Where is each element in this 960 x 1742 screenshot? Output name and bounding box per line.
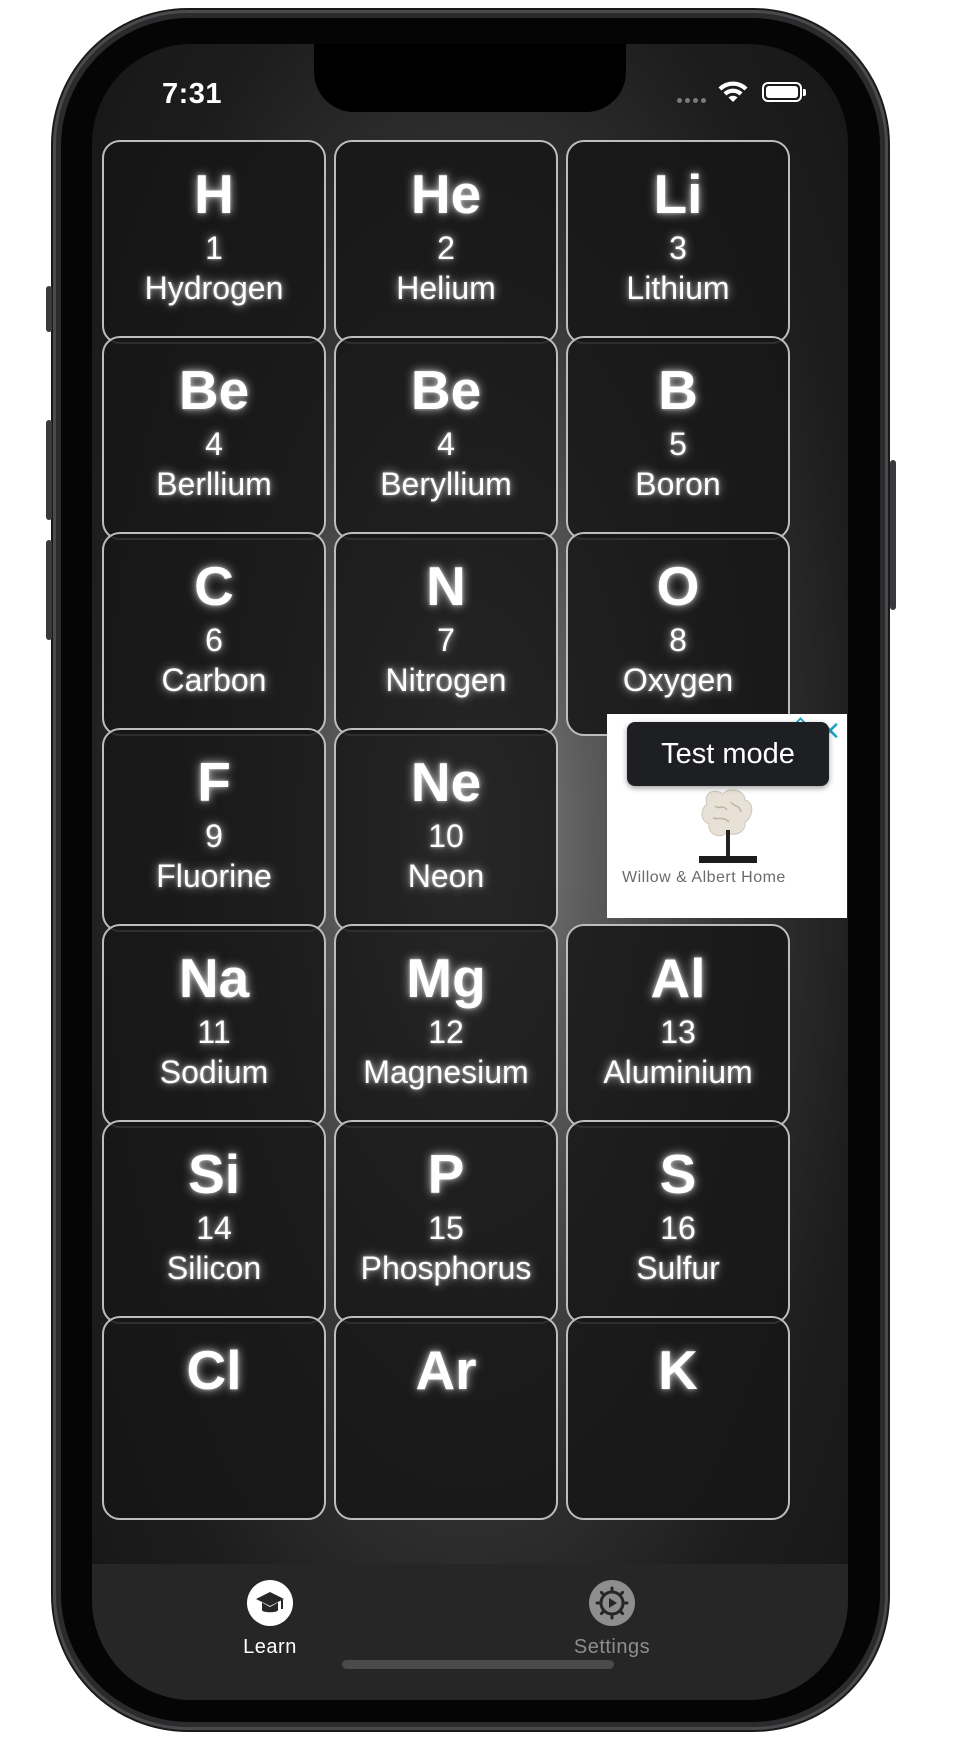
element-name: Sulfur [636,1250,720,1286]
element-symbol: P [427,1143,465,1205]
test-mode-badge: Test mode [627,722,829,786]
atomic-number: 11 [197,1014,231,1050]
element-tile-helium[interactable]: He 2 Helium [334,140,558,344]
tab-bar: Learn Settings [92,1564,848,1700]
element-name: Fluorine [156,858,272,894]
atomic-number: 13 [660,1014,696,1050]
atomic-number: 4 [205,426,223,462]
ad-product-image[interactable] [693,784,763,874]
atomic-number: 6 [205,622,223,658]
app-screen: 7:31 H 1 Hydrogen He 2 Helium Li 3 Lithium Be 4 Ber… [92,44,848,1700]
wifi-icon [718,81,748,102]
element-tile-phosphorus[interactable]: P 15 Phosphorus [334,1120,558,1324]
element-symbol: H [194,163,234,225]
element-name: Sodium [159,1054,269,1090]
element-symbol: O [656,555,700,617]
element-name: Berllium [156,466,272,502]
atomic-number: 8 [669,622,687,658]
element-tile-beryllium[interactable]: Be 4 Beryllium [334,336,558,540]
element-symbol: Be [410,359,482,421]
silent-switch [46,286,52,332]
element-symbol: Ar [415,1339,477,1401]
element-symbol: N [426,555,466,617]
element-tile-oxygen[interactable]: O 8 Oxygen [566,532,790,736]
tab-settings-label: Settings [573,1636,651,1658]
element-tile-carbon[interactable]: C 6 Carbon [102,532,326,736]
volume-up-button [46,420,52,520]
element-symbol: Al [650,947,706,1009]
element-tile-sulfur[interactable]: S 16 Sulfur [566,1120,790,1324]
atomic-number: 1 [205,230,223,266]
atomic-number: 10 [428,818,464,854]
battery-icon [762,82,806,102]
atomic-number: 14 [196,1210,232,1246]
element-tile-silicon[interactable]: Si 14 Silicon [102,1120,326,1324]
element-tile-neon[interactable]: Ne 10 Neon [334,728,558,932]
element-name: Helium [396,270,496,306]
element-name: Carbon [161,662,267,698]
element-symbol: Be [178,359,250,421]
element-name: Neon [407,858,485,894]
element-symbol: Mg [406,947,486,1009]
element-tile-nitrogen[interactable]: N 7 Nitrogen [334,532,558,736]
tab-settings[interactable]: Settings [532,1580,692,1670]
notch [314,44,626,112]
atomic-number: 4 [437,426,455,462]
atomic-number: 3 [669,230,687,266]
gear-icon [589,1580,635,1626]
atomic-number: 2 [437,230,455,266]
atomic-number: 15 [428,1210,464,1246]
element-symbol: Li [653,163,703,225]
status-time: 7:31 [162,78,223,110]
element-tile-berllium[interactable]: Be 4 Berllium [102,336,326,540]
element-name: Magnesium [363,1054,529,1090]
ad-advertiser-name[interactable]: Willow & Albert Home [622,869,786,887]
element-symbol: C [194,555,234,617]
element-tile-aluminium[interactable]: Al 13 Aluminium [566,924,790,1128]
atomic-number: 9 [205,818,223,854]
tab-learn[interactable]: Learn [190,1580,350,1670]
atomic-number: 7 [437,622,455,658]
element-symbol: F [197,751,231,813]
home-indicator [342,1660,614,1669]
element-tile-k[interactable]: K [566,1316,790,1520]
element-name: Silicon [166,1250,262,1286]
atomic-number: 16 [660,1210,696,1246]
element-symbol: Si [188,1143,240,1205]
element-tile-hydrogen[interactable]: H 1 Hydrogen [102,140,326,344]
element-symbol: Na [178,947,250,1009]
element-name: Beryllium [380,466,512,502]
element-symbol: S [659,1143,697,1205]
atomic-number: 12 [428,1014,464,1050]
cellular-signal-icon [677,98,709,103]
element-tile-fluorine[interactable]: F 9 Fluorine [102,728,326,932]
element-symbol: B [658,359,698,421]
element-tile-sodium[interactable]: Na 11 Sodium [102,924,326,1128]
element-tile-magnesium[interactable]: Mg 12 Magnesium [334,924,558,1128]
tab-learn-label: Learn [243,1636,297,1658]
element-name: Phosphorus [360,1250,532,1286]
element-name: Lithium [626,270,730,306]
element-name: Aluminium [603,1054,753,1090]
element-tile-cl[interactable]: Cl [102,1316,326,1520]
element-tile-lithium[interactable]: Li 3 Lithium [566,140,790,344]
graduation-cap-icon [247,1580,293,1626]
element-symbol: Ne [410,751,482,813]
atomic-number: 5 [669,426,687,462]
element-name: Nitrogen [385,662,507,698]
power-button [890,460,896,610]
element-name: Oxygen [622,662,734,698]
element-name: Hydrogen [144,270,284,306]
element-symbol: K [658,1339,698,1401]
element-symbol: Cl [186,1339,242,1401]
ad-banner[interactable]: ✕ Test mode Willow & Albert Home [607,714,847,918]
element-name: Boron [635,466,721,502]
element-tile-boron[interactable]: B 5 Boron [566,336,790,540]
element-symbol: He [410,163,482,225]
status-indicators [677,80,827,110]
volume-down-button [46,540,52,640]
element-tile-ar[interactable]: Ar [334,1316,558,1520]
